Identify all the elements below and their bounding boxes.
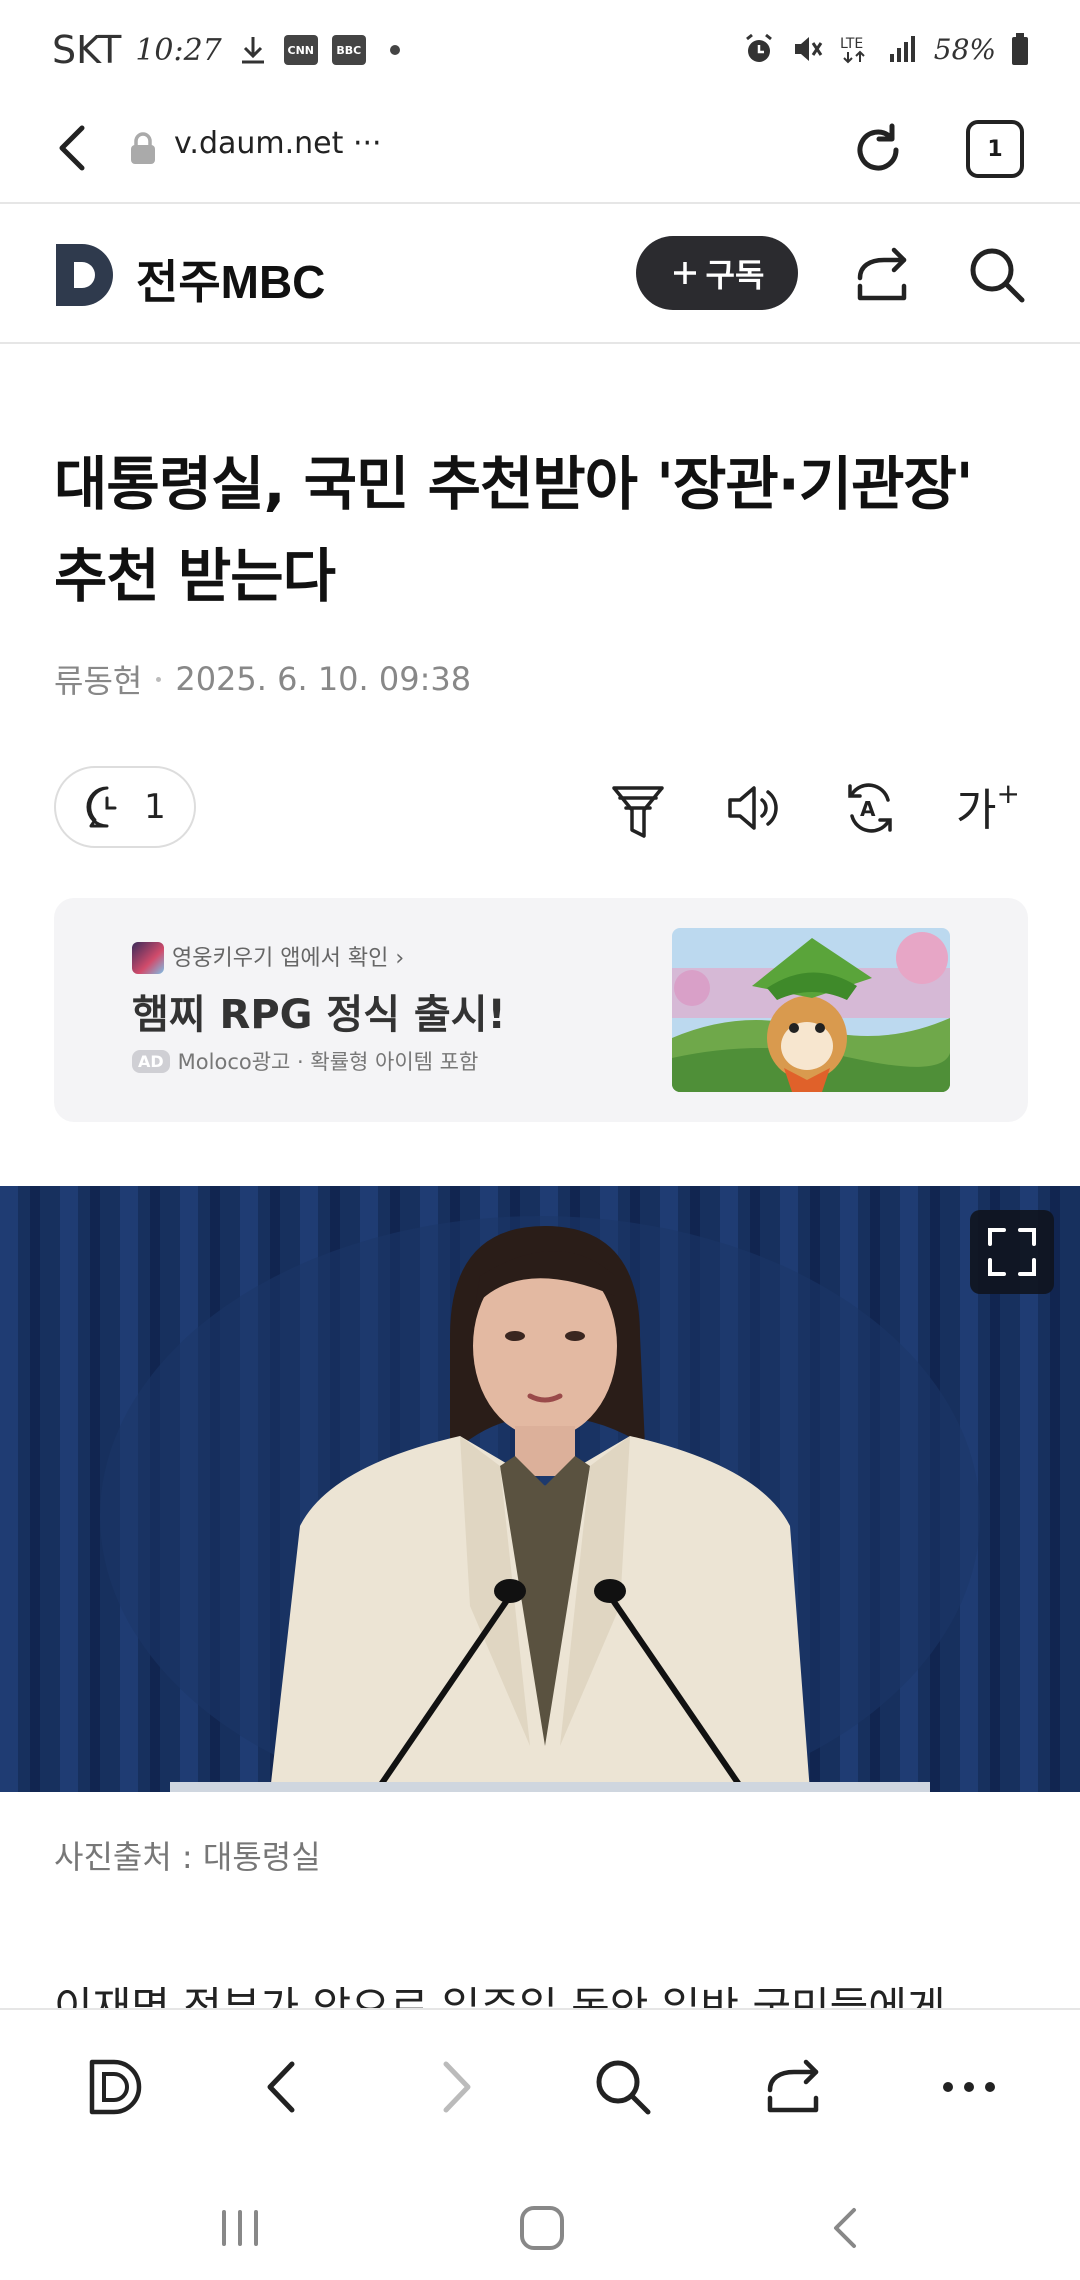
browser-bottom-bar xyxy=(0,2008,1080,2174)
article-photo[interactable] xyxy=(0,1186,1080,1792)
svg-text:A: A xyxy=(860,797,876,821)
status-bar: SKT 10:27 CNN BBC LTE 58% xyxy=(0,0,1080,100)
plus-icon xyxy=(673,262,696,284)
back-icon[interactable] xyxy=(816,2198,876,2258)
reload-icon[interactable] xyxy=(846,118,910,182)
ad-source-link[interactable]: 영웅키우기 앱에서 확인 › xyxy=(172,940,404,972)
site-header: 전주MBC 구독 xyxy=(0,206,1080,344)
svg-text:LTE: LTE xyxy=(840,36,863,52)
notification-dot xyxy=(389,45,400,55)
translate-icon[interactable]: A xyxy=(840,778,900,838)
font-size-label: 가 xyxy=(956,785,997,836)
carrier-label: SKT xyxy=(52,28,122,72)
clock: 10:27 xyxy=(135,32,222,68)
subscribe-button[interactable]: 구독 xyxy=(636,236,798,310)
subscribe-label: 구독 xyxy=(705,256,765,294)
photo-caption: 사진출처 : 대통령실 xyxy=(54,1838,321,1876)
lte-icon: LTE xyxy=(840,36,865,64)
byline: 류동현 2025. 6. 10. 09:38 xyxy=(54,656,471,702)
article-toolbar: 1 A 가+ xyxy=(0,764,1080,850)
url-more: ··· xyxy=(352,126,382,161)
status-left: SKT 10:27 CNN BBC xyxy=(52,28,400,72)
url-field[interactable]: v.daum.net ··· xyxy=(174,126,382,161)
ad-title[interactable]: 햄찌 RPG 정식 출시! xyxy=(132,982,506,1040)
comment-icon xyxy=(86,786,117,828)
daum-icon[interactable] xyxy=(82,2054,148,2120)
battery-icon xyxy=(1012,33,1028,65)
alarm-icon xyxy=(745,33,772,62)
daum-logo-icon[interactable] xyxy=(54,242,116,308)
byline-separator xyxy=(156,676,162,682)
comment-count: 1 xyxy=(144,787,166,827)
bbc-icon: BBC xyxy=(331,35,366,65)
filter-icon[interactable] xyxy=(608,778,668,838)
lock-icon xyxy=(131,132,155,164)
ad-source-text: 영웅키우기 앱에서 확인 xyxy=(172,946,389,971)
ad-image[interactable] xyxy=(672,928,950,1092)
home-icon[interactable] xyxy=(512,2198,572,2258)
system-nav-bar xyxy=(0,2174,1080,2280)
speaker-icon[interactable] xyxy=(724,778,784,838)
cnn-icon: CNN xyxy=(283,35,318,65)
status-right: LTE 58% xyxy=(742,32,1030,66)
browser-address-bar: v.daum.net ··· 1 xyxy=(0,100,1080,204)
back-icon[interactable] xyxy=(250,2054,316,2120)
url-text: v.daum.net xyxy=(174,126,344,161)
back-arrow-icon[interactable] xyxy=(44,118,104,178)
plus-superscript: + xyxy=(996,777,1020,811)
ad-meta: AD Moloco광고 · 확률형 아이템 포함 xyxy=(132,1046,478,1076)
download-icon xyxy=(241,37,264,64)
fullscreen-icon xyxy=(988,1228,1036,1276)
ad-badge: AD xyxy=(132,1049,170,1073)
ad-card[interactable]: 영웅키우기 앱에서 확인 › 햄찌 RPG 정식 출시! AD Moloco광고… xyxy=(54,898,1028,1122)
fullscreen-button[interactable] xyxy=(970,1210,1054,1294)
comment-button[interactable]: 1 xyxy=(54,766,196,848)
article-headline: 대통령실, 국민 추천받아 '장관·기관장' 추천 받는다 xyxy=(54,450,974,610)
more-icon[interactable] xyxy=(936,2054,1002,2120)
search-icon[interactable] xyxy=(966,244,1028,306)
app-icon xyxy=(132,942,164,974)
publisher-name[interactable]: 전주MBC xyxy=(136,246,325,312)
search-icon[interactable] xyxy=(590,2054,656,2120)
ad-meta-text: Moloco광고 · 확률형 아이템 포함 xyxy=(177,1050,479,1074)
tab-count: 1 xyxy=(987,136,1003,162)
forward-icon[interactable] xyxy=(422,2054,488,2120)
recents-icon[interactable] xyxy=(210,2198,270,2258)
publish-datetime: 2025. 6. 10. 09:38 xyxy=(175,660,472,698)
mute-icon xyxy=(794,37,823,61)
signal-icon xyxy=(889,36,915,62)
share-icon[interactable] xyxy=(762,2054,828,2120)
battery-percent: 58% xyxy=(933,32,996,66)
briefing-photo-image xyxy=(0,1186,1080,1792)
author-name[interactable]: 류동현 xyxy=(54,656,142,702)
font-size-button[interactable]: 가+ xyxy=(956,774,1020,838)
share-icon[interactable] xyxy=(852,244,914,306)
tab-count-button[interactable]: 1 xyxy=(966,120,1024,178)
